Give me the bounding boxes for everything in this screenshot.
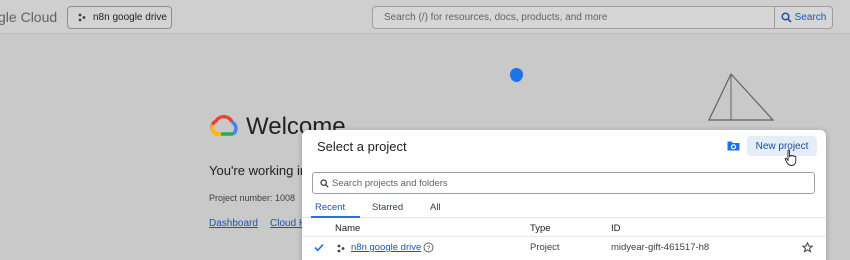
decorative-triangle-illustration — [708, 72, 775, 121]
project-selector-button[interactable]: n8n google drive — [67, 6, 172, 29]
folder-add-icon[interactable] — [727, 140, 740, 151]
decorative-blue-dot — [510, 68, 523, 82]
project-id: midyear-gift-461517-h8 — [611, 242, 710, 253]
google-cloud-logo[interactable]: gle Cloud — [0, 9, 57, 25]
tab-recent[interactable]: Recent — [315, 202, 345, 213]
project-type: Project — [530, 242, 560, 253]
search-icon — [781, 12, 792, 23]
search-icon — [320, 178, 329, 188]
search-placeholder: Search (/) for resources, docs, products… — [384, 12, 608, 23]
checkmark-icon — [314, 243, 324, 252]
project-dots-icon — [337, 244, 345, 253]
project-dots-icon — [78, 13, 86, 22]
search-button-label: Search — [794, 12, 827, 23]
project-tabs: Recent Starred All — [302, 198, 826, 218]
svg-text:?: ? — [427, 245, 431, 252]
column-header-name[interactable]: Name — [335, 223, 360, 234]
column-header-type[interactable]: Type — [530, 223, 551, 234]
table-row[interactable]: n8n google drive ? Project midyear-gift-… — [302, 236, 826, 258]
logo-text-google: gle — [0, 9, 17, 25]
working-in-text: You're working in — [209, 163, 308, 178]
project-number-text: Project number: 1008 — [209, 193, 296, 203]
new-project-button[interactable]: New project — [747, 136, 817, 156]
cursor-hand-icon — [784, 149, 797, 166]
project-search-input[interactable]: Search projects and folders — [312, 172, 815, 194]
google-cloud-logo-icon — [210, 114, 238, 136]
project-name-link[interactable]: n8n google drive — [351, 242, 421, 253]
search-button[interactable]: Search — [775, 6, 833, 29]
dialog-title: Select a project — [317, 139, 407, 154]
dashboard-link[interactable]: Dashboard — [209, 218, 258, 229]
new-project-label: New project — [755, 140, 809, 152]
project-selector-label: n8n google drive — [93, 12, 167, 23]
active-tab-indicator — [311, 216, 360, 218]
star-icon[interactable] — [802, 242, 813, 253]
project-search-placeholder: Search projects and folders — [332, 177, 448, 189]
tab-all[interactable]: All — [430, 202, 441, 213]
tab-starred[interactable]: Starred — [372, 202, 403, 213]
column-header-id[interactable]: ID — [611, 223, 621, 234]
help-circle-icon[interactable]: ? — [423, 242, 434, 253]
cloud-hub-link[interactable]: Cloud H — [270, 218, 306, 229]
select-project-dialog: Select a project New project Search proj… — [302, 130, 826, 260]
search-input[interactable]: Search (/) for resources, docs, products… — [372, 6, 775, 29]
logo-text-cloud: Cloud — [20, 9, 58, 25]
top-bar: gle Cloud n8n google drive Search (/) fo… — [0, 0, 850, 34]
